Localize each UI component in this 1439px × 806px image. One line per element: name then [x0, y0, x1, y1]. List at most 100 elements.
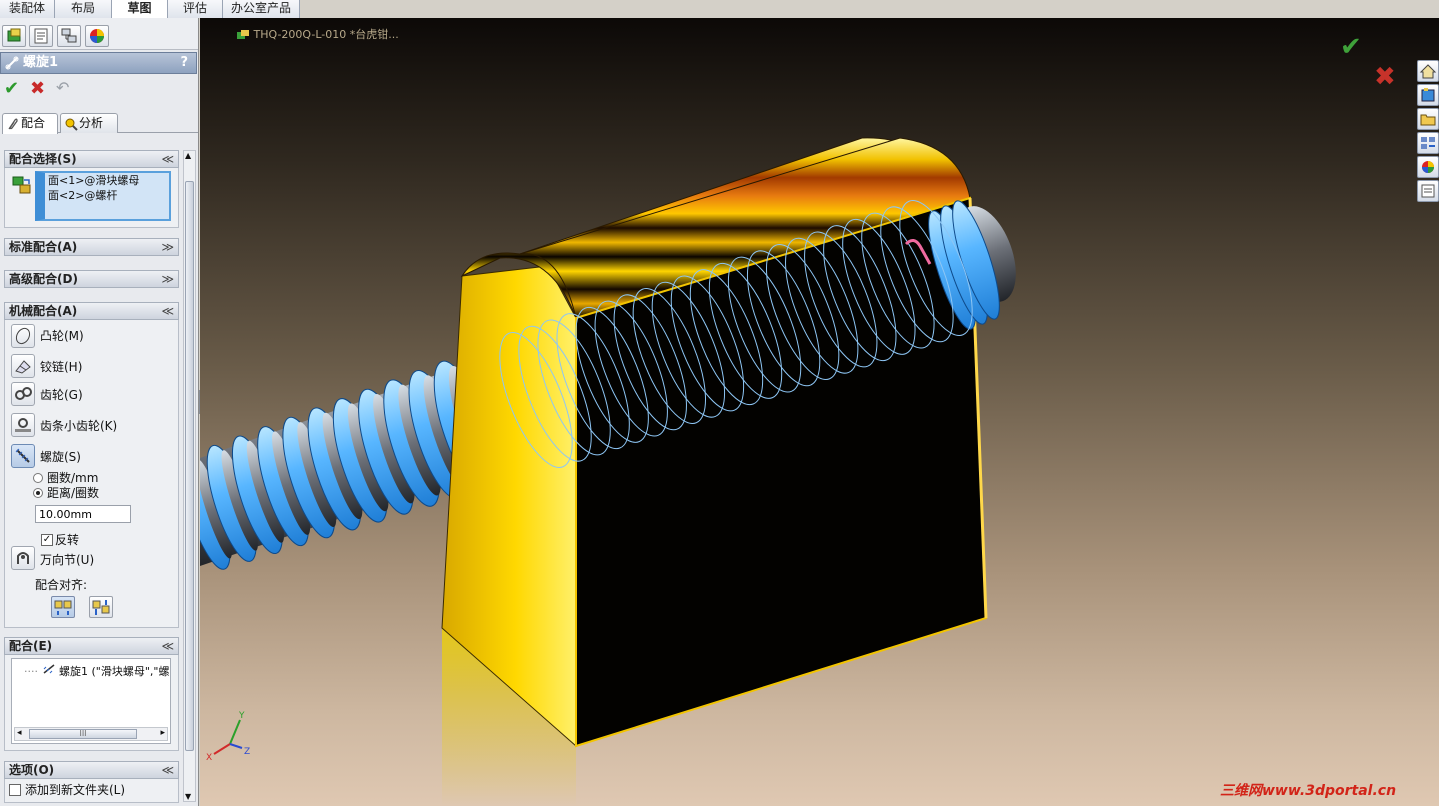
list-item[interactable]: 面<1>@滑块螺母: [45, 173, 169, 188]
mates-hscroll-thumb[interactable]: III: [29, 729, 137, 739]
view-palette-icon[interactable]: [1417, 132, 1439, 154]
standard-mates-header[interactable]: 标准配合(A) ≫: [4, 238, 179, 256]
slider-nut-block[interactable]: [441, 137, 988, 748]
mates-hscrollbar[interactable]: ◂ III ▸: [14, 727, 168, 741]
options-header[interactable]: 选项(O) ≪: [4, 761, 179, 779]
tab-evaluate[interactable]: 评估: [168, 0, 223, 18]
property-tabs: 配合 分析: [2, 111, 198, 134]
document-title-text: THQ-200Q-L-010 *台虎钳...: [253, 28, 399, 41]
reference-triad: Y X Z: [206, 711, 250, 763]
svg-text:Y: Y: [238, 711, 245, 721]
ok-button[interactable]: ✔: [4, 78, 19, 99]
cam-button[interactable]: [11, 324, 35, 348]
undo-button[interactable]: ↶: [56, 78, 69, 97]
options-title: 选项(O): [9, 763, 55, 777]
hinge-button[interactable]: [11, 354, 35, 378]
scroll-right-icon[interactable]: ▸: [160, 728, 165, 738]
distance-per-rev-radio[interactable]: [33, 488, 43, 498]
standard-mates-title: 标准配合(A): [9, 240, 78, 254]
add-to-folder-label: 添加到新文件夹(L): [25, 783, 126, 797]
selection-faces-icon: [12, 176, 31, 194]
hinge-label: 铰链(H): [40, 360, 83, 374]
cancel-button[interactable]: ✖: [30, 78, 45, 99]
appearances-icon[interactable]: [1417, 156, 1439, 178]
mechanical-mates-title: 机械配合(A): [9, 304, 78, 318]
collapse-icon: ≪: [161, 304, 174, 318]
options-body: 添加到新文件夹(L): [4, 779, 179, 803]
screw-label: 螺旋(S): [40, 450, 81, 464]
hinge-icon: [15, 360, 31, 374]
universal-joint-button[interactable]: [11, 546, 35, 570]
gear-icon: [15, 387, 32, 400]
document-title[interactable]: THQ-200Q-L-010 *台虎钳...: [236, 26, 399, 42]
distance-per-rev-label: 距离/圈数: [47, 486, 100, 500]
mechanical-mates-header[interactable]: 机械配合(A) ≪: [4, 302, 179, 320]
rack-pinion-button[interactable]: [11, 413, 35, 437]
tab-office-products[interactable]: 办公室产品: [223, 0, 300, 18]
expand-icon: ≫: [161, 240, 174, 254]
mate-entry-label: 螺旋1 ("滑块螺母","螺: [59, 665, 170, 678]
task-pane-tabs: [1417, 60, 1439, 206]
mechanical-mates-body: 凸轮(M) 铰链(H) 齿轮(G) 齿条小齿轮(K) 螺旋(S) 圈数/mm 距…: [4, 320, 179, 628]
tab-sketch[interactable]: 草图: [112, 0, 168, 18]
manager-toolbar: [0, 18, 198, 50]
tab-layout[interactable]: 布局: [55, 0, 112, 18]
turns-per-mm-label: 圈数/mm: [47, 471, 99, 485]
list-item[interactable]: 面<2>@螺杆: [45, 188, 169, 203]
help-button[interactable]: ?: [180, 53, 188, 73]
gear-label: 齿轮(G): [40, 388, 83, 402]
feature-manager-tree-button[interactable]: [2, 25, 26, 47]
screw-mate-icon: [5, 56, 19, 70]
command-manager-tabs: 装配体 布局 草图 评估 办公室产品: [0, 0, 300, 18]
svg-text:X: X: [206, 753, 212, 763]
gear-button[interactable]: [11, 382, 35, 406]
advanced-mates-header[interactable]: 高级配合(D) ≫: [4, 270, 179, 288]
aligned-button[interactable]: [51, 596, 75, 618]
tab-mates[interactable]: 配合: [2, 113, 58, 134]
reverse-label: 反转: [55, 533, 80, 547]
property-icon: [34, 28, 48, 44]
home-icon[interactable]: [1417, 60, 1439, 82]
paperclip-icon: [8, 118, 18, 130]
mates-title: 配合(E): [9, 639, 53, 653]
assembly-doc-icon: [237, 30, 249, 39]
mate-selection-title: 配合选择(S): [9, 152, 77, 166]
tab-analysis[interactable]: 分析: [60, 113, 118, 133]
page-title: 螺旋1: [23, 55, 59, 70]
add-to-folder-checkbox[interactable]: [9, 784, 21, 796]
reverse-checkbox[interactable]: ✓: [41, 534, 53, 546]
anti-aligned-button[interactable]: [89, 596, 113, 618]
scroll-left-icon[interactable]: ◂: [17, 728, 22, 738]
collapse-icon: ≪: [161, 152, 174, 166]
mates-list[interactable]: ···· 螺旋1 ("滑块螺母","螺 ◂ III ▸: [11, 658, 171, 744]
display-manager-button[interactable]: [85, 25, 109, 47]
file-explorer-icon[interactable]: [1417, 108, 1439, 130]
confirm-ok-icon[interactable]: ✔: [1340, 32, 1362, 62]
design-library-icon[interactable]: [1417, 84, 1439, 106]
configuration-manager-button[interactable]: [57, 25, 81, 47]
screw-button[interactable]: [11, 444, 35, 468]
scroll-up-icon[interactable]: ▲: [185, 151, 191, 160]
panel-scrollbar[interactable]: ▲ ▼: [183, 150, 196, 802]
panel-scroll-thumb[interactable]: [185, 181, 194, 751]
tab-assembly[interactable]: 装配体: [0, 0, 55, 18]
custom-properties-icon[interactable]: [1417, 180, 1439, 202]
list-item[interactable]: ···· 螺旋1 ("滑块螺母","螺: [24, 663, 170, 679]
mate-alignment-label: 配合对齐:: [35, 578, 88, 592]
configuration-icon: [61, 28, 77, 43]
property-manager-button[interactable]: [29, 25, 53, 47]
scroll-down-icon[interactable]: ▼: [185, 792, 191, 801]
expand-icon: ≫: [161, 272, 174, 286]
cam-label: 凸轮(M): [40, 329, 84, 343]
turns-per-mm-radio[interactable]: [33, 473, 43, 483]
confirm-cancel-icon[interactable]: ✖: [1374, 62, 1396, 92]
anti-aligned-icon: [92, 600, 110, 615]
graphics-area[interactable]: THQ-200Q-L-010 *台虎钳... ◧ ◨ ▁ ❐ ✕ ✔ ✖ Y: [200, 18, 1439, 806]
universal-joint-icon: [17, 552, 29, 564]
mate-selection-header[interactable]: 配合选择(S) ≪: [4, 150, 179, 168]
rack-pinion-label: 齿条小齿轮(K): [40, 419, 118, 433]
mate-selection-list[interactable]: 面<1>@滑块螺母 面<2>@螺杆: [35, 171, 171, 221]
mates-header[interactable]: 配合(E) ≪: [4, 637, 179, 655]
model-view[interactable]: [200, 18, 1439, 806]
distance-input[interactable]: [35, 505, 131, 523]
